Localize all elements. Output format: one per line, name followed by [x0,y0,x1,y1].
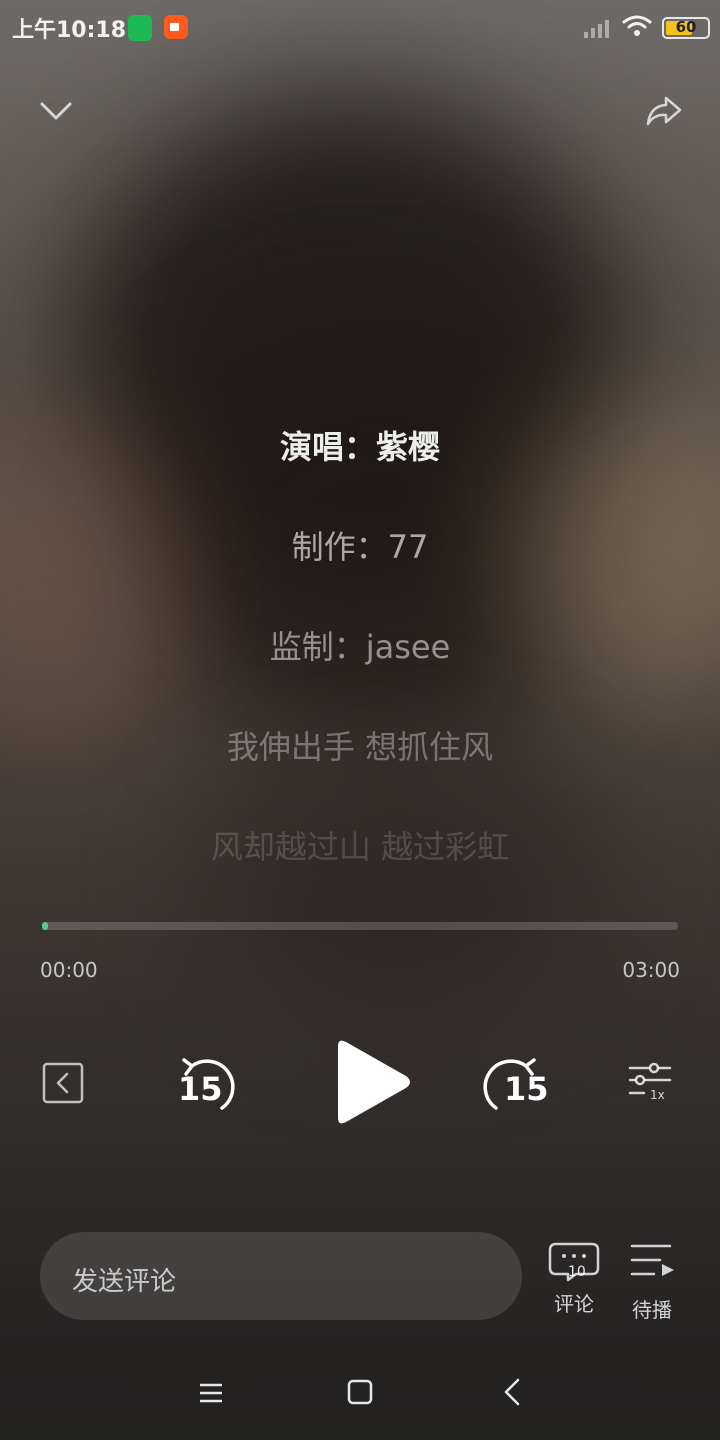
status-time: 上午10:18 [12,18,127,43]
queue-button[interactable]: 待播 [626,1240,678,1322]
battery-icon: 60 [662,17,710,39]
lyric-line: 监制：jasee [269,628,451,666]
wifi-icon [622,15,652,36]
comment-placeholder: 发送评论 [72,1267,177,1297]
total-time: 03:00 [622,958,680,982]
forward-15-button[interactable]: 15 [476,1052,549,1116]
battery-level: 60 [675,18,697,36]
comment-count: 10 [568,1264,586,1280]
back-icon[interactable] [498,1376,526,1408]
rewind-seconds: 15 [178,1070,223,1108]
rewind-15-button[interactable]: 15 [170,1052,242,1116]
lyric-line: 制作：77 [291,528,429,566]
orange-video-icon [164,15,188,39]
playback-speed-button[interactable]: 1x [624,1060,676,1106]
green-app-icon [128,15,152,41]
menu-icon[interactable] [196,1378,226,1408]
previous-button[interactable] [40,1060,86,1106]
progress-fill [42,922,49,930]
comments-label: 评论 [554,1292,594,1316]
signal-icon [584,20,609,38]
comments-button[interactable]: 10 评论 [546,1240,602,1316]
forward-seconds: 15 [504,1070,549,1108]
player-screen: 上午10:18 60 演唱：紫樱 制作：77 监制：jasee 我伸出手 想抓住… [0,0,720,1440]
speed-label: 1x [650,1088,665,1102]
comment-input[interactable]: 发送评论 [40,1232,522,1320]
playlist-icon [630,1244,674,1276]
home-icon[interactable] [344,1376,376,1408]
current-time: 00:00 [40,958,98,982]
play-button[interactable] [326,1036,416,1128]
lyric-line: 风却越过山 越过彩虹 [210,828,510,866]
lyrics-view[interactable]: 演唱：紫樱 制作：77 监制：jasee 我伸出手 想抓住风 风却越过山 越过彩… [0,420,720,920]
progress-bar[interactable] [42,922,678,930]
lyric-line: 我伸出手 想抓住风 [226,728,494,766]
chevron-down-icon[interactable] [36,92,76,128]
lyric-line: 演唱：紫樱 [279,428,440,466]
queue-label: 待播 [632,1298,672,1322]
share-icon[interactable] [644,92,684,128]
